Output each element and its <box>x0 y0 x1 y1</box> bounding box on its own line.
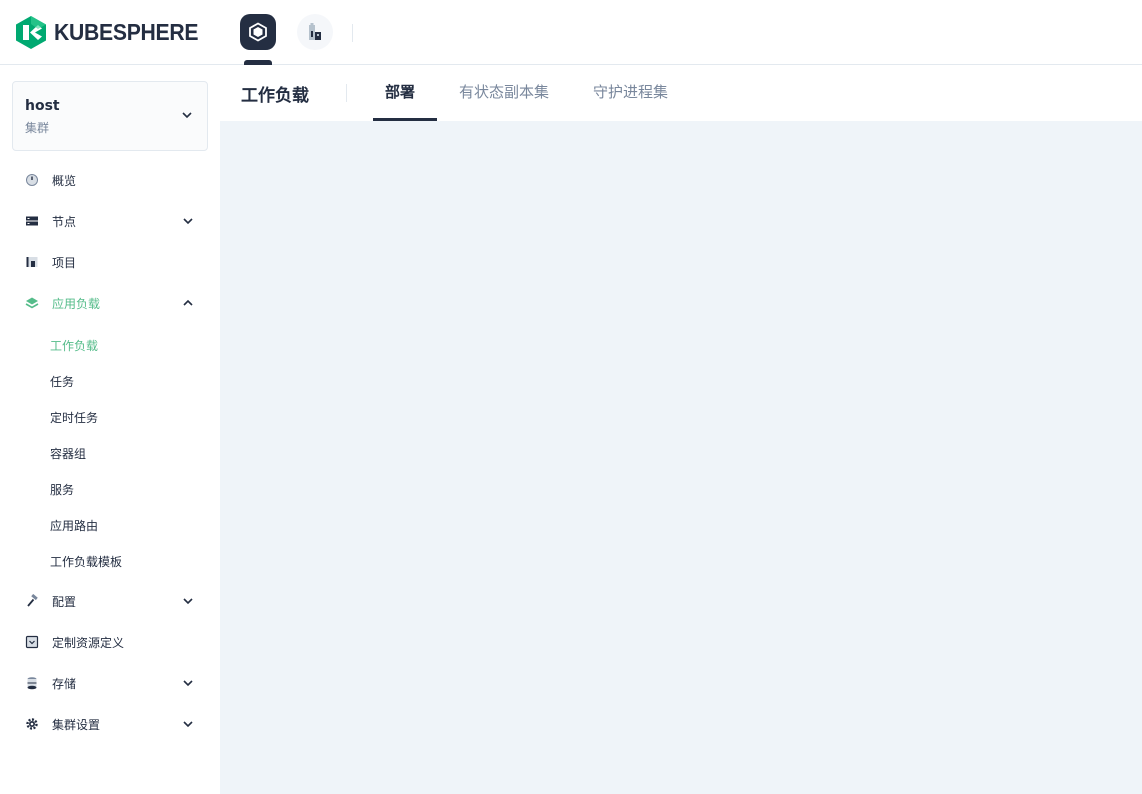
tab-daemonsets[interactable]: 守护进程集 <box>593 81 668 102</box>
sidebar-item-projects[interactable]: 项目 <box>12 244 208 280</box>
sidebar-item-nodes[interactable]: 节点 <box>12 203 208 239</box>
gauge-icon <box>26 174 38 186</box>
workspace-nav-button[interactable] <box>297 14 333 50</box>
database-icon <box>27 677 37 690</box>
crd-icon <box>25 635 39 649</box>
cluster-nav-button[interactable] <box>240 14 276 50</box>
sidebar-item-label: 存储 <box>52 676 77 691</box>
sidebar-subitem-workloads[interactable]: 工作负载 <box>50 335 98 355</box>
gear-icon <box>26 718 38 730</box>
header-divider <box>346 84 347 102</box>
building-workspace-icon <box>309 23 321 40</box>
sidebar-subitem-cronjobs[interactable]: 定时任务 <box>50 407 98 427</box>
top-navigation-bar: KUBESPHERE <box>0 0 1142 65</box>
kubesphere-logo-icon <box>16 16 46 49</box>
chevron-down-icon <box>183 598 193 605</box>
tab-statefulsets[interactable]: 有状态副本集 <box>459 81 549 102</box>
sidebar-subitem-ingresses[interactable]: 应用路由 <box>50 515 98 535</box>
server-icon <box>26 216 38 226</box>
chevron-down-icon <box>182 112 192 119</box>
chevron-up-icon <box>183 299 193 306</box>
sidebar-subitem-services[interactable]: 服务 <box>50 479 74 499</box>
cluster-type-label: 集群 <box>25 121 50 135</box>
cluster-name: host <box>25 98 60 114</box>
sidebar-item-app-workloads[interactable]: 应用负载 <box>12 285 208 321</box>
cluster-cube-icon <box>249 22 267 42</box>
layers-icon <box>25 297 39 309</box>
kubesphere-logo[interactable]: KUBESPHERE <box>16 16 211 49</box>
chevron-down-icon <box>183 680 193 687</box>
chevron-down-icon <box>183 218 193 225</box>
cluster-selector[interactable]: host 集群 <box>12 81 208 151</box>
sidebar-item-label: 配置 <box>52 594 77 609</box>
sidebar-item-label: 应用负载 <box>52 296 101 311</box>
sidebar-item-overview[interactable]: 概览 <box>12 162 208 198</box>
sidebar-item-label: 概览 <box>52 173 77 188</box>
sidebar-item-crds[interactable]: 定制资源定义 <box>12 624 208 660</box>
hammer-icon <box>27 594 38 607</box>
sidebar-item-label: 集群设置 <box>52 717 101 732</box>
sidebar-item-storage[interactable]: 存储 <box>12 665 208 701</box>
tab-deployments[interactable]: 部署 <box>385 81 415 102</box>
nav-divider <box>352 24 353 42</box>
sidebar-subitem-workload-templates[interactable]: 工作负载模板 <box>50 551 122 571</box>
content-header: 工作负载 部署 有状态副本集 守护进程集 <box>220 65 1142 121</box>
sidebar-item-label: 项目 <box>52 255 77 270</box>
sidebar-item-label: 定制资源定义 <box>52 635 125 650</box>
sidebar-item-configuration[interactable]: 配置 <box>12 583 208 619</box>
sidebar-item-label: 节点 <box>52 214 77 229</box>
page-title: 工作负载 <box>241 86 309 106</box>
content-body <box>220 121 1142 794</box>
logo-text: KUBESPHERE <box>54 19 199 45</box>
sidebar-subitem-jobs[interactable]: 任务 <box>50 371 74 391</box>
sidebar-subitem-pods[interactable]: 容器组 <box>50 443 86 463</box>
project-icon <box>26 257 38 267</box>
chevron-down-icon <box>183 721 193 728</box>
sidebar: host 集群 概览 节点 项目 应用负载 工作负载 任务 定时任务 容器组 服… <box>0 65 220 794</box>
sidebar-item-cluster-settings[interactable]: 集群设置 <box>12 706 208 742</box>
